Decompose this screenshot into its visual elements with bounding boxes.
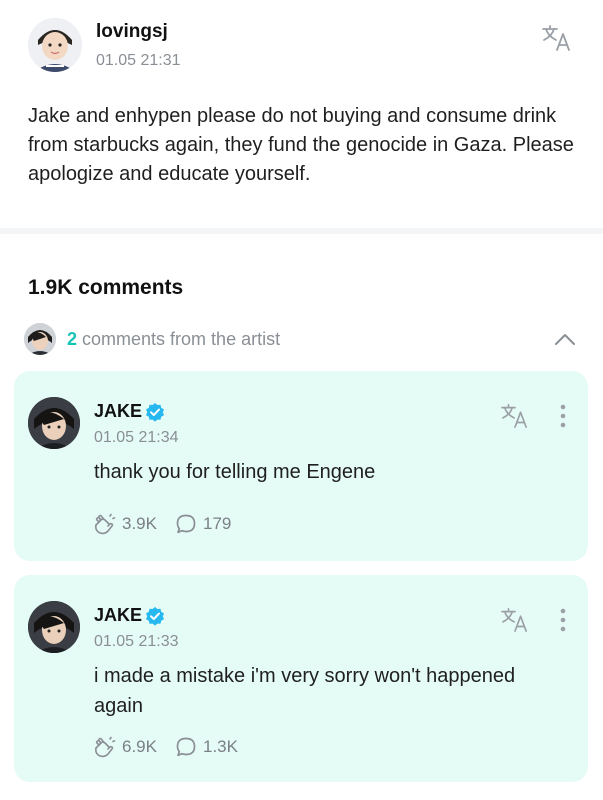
like-button[interactable]: 6.9K bbox=[92, 736, 157, 758]
reply-count: 1.3K bbox=[202, 737, 238, 756]
more-options-icon[interactable] bbox=[556, 402, 570, 430]
artist-comment-card: JAKE 01.05 21:33 i made a mistake i'm ve… bbox=[14, 575, 588, 782]
comment-text: i made a mistake i'm very sorry won't ha… bbox=[94, 665, 516, 717]
artist-comments-label: 2 comments from the artist bbox=[67, 329, 280, 350]
cheer-icon bbox=[95, 513, 116, 535]
artist-comments-toggle[interactable]: 2 comments from the artist bbox=[0, 322, 603, 356]
comment-stats: 6.9K 1.3K bbox=[92, 736, 238, 758]
cheer-icon bbox=[95, 736, 116, 758]
chevron-up-icon[interactable] bbox=[553, 330, 577, 348]
artist-comments-text: comments from the artist bbox=[82, 329, 281, 349]
like-count: 6.9K bbox=[122, 737, 157, 756]
artist-comments-count: 2 bbox=[67, 329, 78, 349]
comment-text: thank you for telling me Engene bbox=[94, 461, 376, 483]
artist-avatar bbox=[24, 323, 56, 355]
post-user-avatar[interactable] bbox=[28, 18, 82, 72]
comment-author-name[interactable]: JAKE bbox=[94, 605, 165, 626]
comment-author-avatar[interactable] bbox=[28, 601, 80, 653]
verified-badge-icon bbox=[145, 606, 165, 626]
verified-badge-icon bbox=[145, 402, 165, 422]
comment-bubble-icon bbox=[176, 514, 196, 534]
like-count: 3.9K bbox=[122, 514, 157, 533]
translate-icon[interactable] bbox=[500, 403, 530, 429]
original-post: lovingsj 01.05 21:31 Jake and enhypen pl… bbox=[0, 0, 603, 228]
like-button[interactable]: 3.9K bbox=[92, 513, 157, 535]
comment-timestamp: 01.05 21:34 bbox=[94, 429, 179, 446]
reply-button[interactable]: 179 bbox=[175, 513, 231, 535]
more-options-icon[interactable] bbox=[556, 606, 570, 634]
comment-author-label: JAKE bbox=[94, 605, 143, 625]
translate-icon[interactable] bbox=[500, 607, 530, 633]
comment-stats: 3.9K 179 bbox=[92, 513, 231, 535]
comment-author-name[interactable]: JAKE bbox=[94, 401, 165, 422]
post-timestamp: 01.05 21:31 bbox=[96, 52, 181, 69]
translate-icon[interactable] bbox=[541, 24, 573, 52]
comments-count-heading: 1.9K comments bbox=[28, 276, 184, 299]
reply-count: 179 bbox=[202, 514, 232, 533]
comment-author-avatar[interactable] bbox=[28, 397, 80, 449]
post-body-text: Jake and enhypen please do not buying an… bbox=[28, 105, 574, 185]
reply-button[interactable]: 1.3K bbox=[175, 736, 238, 758]
artist-comment-card: JAKE 01.05 21:34 thank you for telling m… bbox=[14, 371, 588, 561]
comment-author-label: JAKE bbox=[94, 401, 143, 421]
comment-timestamp: 01.05 21:33 bbox=[94, 633, 179, 650]
section-divider bbox=[0, 228, 603, 234]
post-username[interactable]: lovingsj bbox=[96, 21, 168, 43]
comment-bubble-icon bbox=[176, 737, 196, 757]
